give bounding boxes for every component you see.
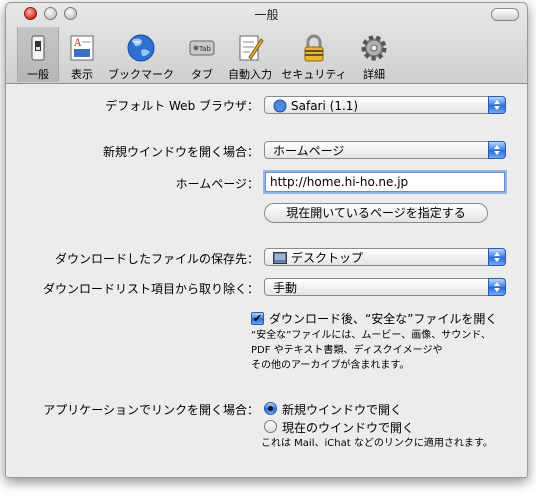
open-safe-files-label: ダウンロード後、“安全な”ファイルを開く — [269, 312, 498, 326]
remove-items-popup[interactable]: 手動 — [264, 278, 506, 296]
radio-new-window[interactable] — [264, 402, 277, 415]
new-window-popup[interactable]: ホームページ — [264, 141, 506, 159]
radio-new-window-label: 新規ウインドウで開く — [282, 403, 403, 417]
open-links-label: アプリケーションでリンクを開く場合： — [43, 403, 259, 417]
default-browser-value: Safari (1.1) — [291, 99, 359, 113]
default-browser-popup[interactable]: Safari (1.1) — [264, 96, 506, 114]
window-title: 一般 — [254, 8, 279, 22]
safe-files-description-1: “安全な”ファイルには、ムービー、画像、サウンド、 — [251, 330, 491, 341]
gear-icon — [361, 35, 387, 61]
remove-items-value: 手動 — [273, 281, 298, 295]
toolbar: 一般 一般 A 表示 ブックマーク Tab タブ 自動入力 セキュリティ 詳細 — [6, 3, 527, 84]
tab-label: 表示 — [71, 68, 93, 81]
tab-tabs[interactable]: Tab タブ — [182, 27, 222, 82]
tab-label: 詳細 — [363, 68, 385, 81]
radio-current-window[interactable] — [264, 420, 277, 433]
tab-autofill[interactable]: 自動入力 — [225, 27, 275, 82]
open-safe-files-checkbox[interactable]: ✔ — [251, 312, 264, 325]
desktop-folder-icon — [273, 252, 287, 264]
tab-label: タブ — [191, 68, 213, 81]
save-location-popup[interactable]: デスクトップ — [264, 248, 506, 266]
svg-text:Tab: Tab — [198, 45, 211, 53]
popup-arrows-icon — [488, 96, 506, 114]
tab-general[interactable]: 一般 — [17, 27, 59, 82]
safe-files-description-3: その他のアーカイブが含まれます。 — [251, 360, 410, 371]
set-current-page-button[interactable]: 現在開いているページを指定する — [264, 203, 488, 223]
tab-label: セキュリティ — [281, 68, 347, 81]
lock-icon — [304, 34, 324, 62]
svg-text:A: A — [73, 38, 82, 49]
tab-icon: Tab — [189, 40, 215, 56]
popup-arrows-icon — [488, 248, 506, 266]
popup-arrows-icon — [488, 278, 506, 296]
tab-label: 一般 — [27, 68, 49, 81]
globe-icon — [127, 34, 155, 62]
tab-advanced[interactable]: 詳細 — [354, 27, 394, 82]
popup-arrows-icon — [488, 141, 506, 159]
pencil-form-icon — [239, 35, 264, 61]
tab-bookmarks[interactable]: ブックマーク — [106, 27, 176, 82]
tab-security[interactable]: セキュリティ — [279, 27, 349, 82]
switch-icon — [31, 35, 45, 61]
homepage-label: ホームページ： — [175, 177, 259, 191]
preferences-window: 一般 一般 A 表示 ブックマーク Tab タブ 自動入力 セキュリティ 詳細 … — [5, 2, 528, 478]
remove-items-label: ダウンロードリスト項目から取り除く： — [42, 282, 259, 296]
toolbar-toggle-button[interactable] — [491, 8, 519, 21]
default-browser-label: デフォルト Web ブラウザ： — [105, 99, 259, 113]
tab-label: ブックマーク — [108, 68, 174, 81]
homepage-field[interactable]: http://home.hi-ho.ne.jp — [265, 172, 505, 192]
safari-compass-icon — [273, 99, 287, 113]
save-location-label: ダウンロードしたファイルの保存先： — [54, 252, 259, 266]
tab-appearance[interactable]: A 表示 — [62, 27, 102, 82]
open-links-note: これは Mail、iChat などのリンクに適用されます。 — [261, 438, 493, 449]
save-location-value: デスクトップ — [291, 251, 364, 265]
new-window-value: ホームページ — [273, 144, 345, 158]
radio-current-window-label: 現在のウインドウで開く — [282, 421, 415, 435]
tab-label: 自動入力 — [228, 68, 272, 81]
safe-files-description-2: PDF やテキスト書類、ディスクイメージや — [251, 345, 443, 356]
new-window-label: 新規ウインドウを開く場合： — [102, 145, 259, 159]
appearance-icon: A — [70, 35, 94, 61]
